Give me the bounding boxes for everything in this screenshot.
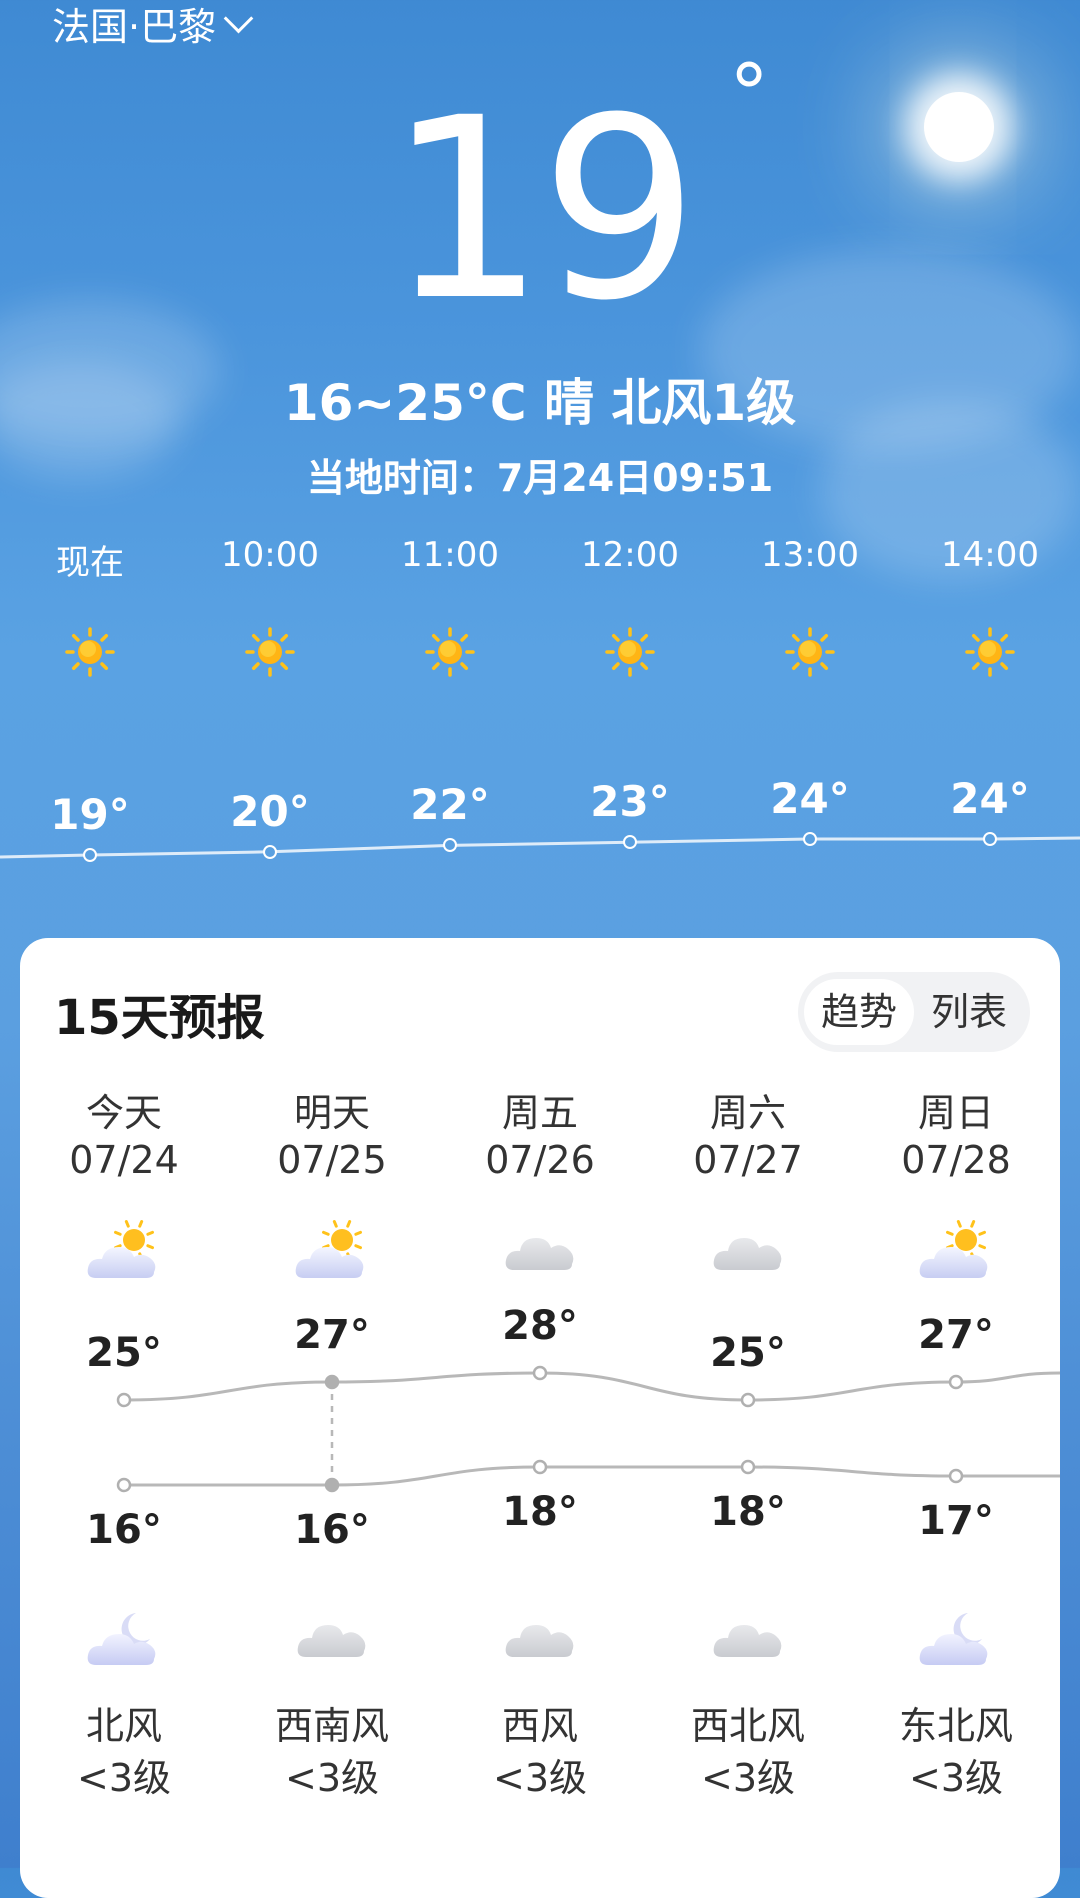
high-temp-label: 28° — [502, 1303, 578, 1349]
cloud-icon — [500, 1218, 580, 1288]
hour-temp-label: 24° — [770, 774, 850, 823]
hour-column[interactable]: 12:00 23° — [550, 535, 710, 865]
hour-temp-point — [623, 835, 637, 850]
local-time-value: 7月24日09:51 — [496, 456, 774, 500]
sun-icon — [605, 627, 655, 677]
low-temp-point — [532, 1459, 548, 1475]
hour-temp-point — [803, 832, 817, 846]
day-date: 07/24 — [69, 1138, 179, 1182]
sun-icon — [965, 627, 1015, 677]
hourly-forecast[interactable]: 现在 19° 10:00 20° 11:00 22° 12:00 23° 13:00 24° 14:… — [0, 535, 1080, 865]
hour-column[interactable]: 11:00 22° — [370, 535, 530, 865]
day-name: 明天 — [293, 1091, 370, 1135]
high-temp-point — [116, 1392, 132, 1408]
wind-direction: 北风 — [85, 1704, 162, 1748]
sun-icon — [425, 627, 475, 677]
high-temp-point — [532, 1365, 548, 1381]
current-temp-value: 19 — [386, 64, 699, 355]
local-time: 当地时间：7月24日09:51 — [0, 447, 1080, 502]
cloud-icon — [708, 1218, 788, 1288]
hour-time-label: 13:00 — [761, 535, 859, 575]
hour-temp-point — [83, 848, 97, 862]
location-selector[interactable]: 法国·巴黎 — [52, 0, 254, 51]
day-name: 周六 — [709, 1091, 786, 1135]
low-temp-label: 17° — [918, 1498, 994, 1544]
current-summary: 16~25°C 晴 北风1级 — [283, 374, 797, 432]
day-date: 07/27 — [693, 1138, 803, 1182]
wind-direction: 西风 — [501, 1704, 578, 1748]
high-temp-trend-line — [123, 1371, 1060, 1402]
low-temp-point — [740, 1459, 756, 1475]
partly-cloudy-icon — [292, 1218, 372, 1288]
hour-time-label: 11:00 — [401, 535, 499, 575]
low-temp-trend-line — [124, 1465, 1060, 1487]
wind-direction: 东北风 — [898, 1704, 1013, 1748]
forecast-card: 15天预报 趋势 列表 今天 07/24 25° 16° 北风 <3级 明天 07/25 27°… — [20, 938, 1060, 1898]
hour-temp-point — [983, 832, 997, 846]
day-name: 今天 — [85, 1091, 162, 1135]
low-temp-label: 18° — [710, 1489, 786, 1535]
high-temp-label: 25° — [86, 1330, 162, 1376]
moon-cloud-icon — [916, 1605, 996, 1675]
hour-temp-label: 24° — [950, 774, 1030, 823]
wind-level: <3级 — [284, 1756, 380, 1800]
sun-icon — [785, 627, 835, 677]
high-temp-point — [740, 1392, 756, 1408]
wind-level: <3级 — [908, 1756, 1004, 1800]
low-temp-label: 18° — [502, 1489, 578, 1535]
low-temp-point — [324, 1477, 340, 1493]
wind-level: <3级 — [76, 1756, 172, 1800]
local-time-label: 当地时间： — [306, 456, 497, 500]
cloud-icon — [500, 1605, 580, 1675]
hour-column[interactable]: 10:00 20° — [190, 535, 350, 865]
day-name: 周日 — [917, 1091, 994, 1135]
wind-direction: 西北风 — [690, 1704, 805, 1748]
chevron-down-icon — [223, 3, 254, 34]
low-temp-label: 16° — [294, 1507, 370, 1553]
wind-level: <3级 — [700, 1756, 796, 1800]
degree-symbol: ° — [729, 47, 769, 140]
hour-column[interactable]: 14:00 24° — [910, 535, 1070, 865]
day-date: 07/28 — [901, 1138, 1011, 1182]
high-temp-label: 25° — [710, 1330, 786, 1376]
moon-cloud-icon — [84, 1605, 164, 1675]
hour-column[interactable]: 现在 19° — [10, 535, 170, 865]
partly-cloudy-icon — [84, 1218, 164, 1288]
hour-temp-label: 20° — [230, 786, 310, 836]
current-temperature: 19 ° — [0, 54, 1080, 335]
low-temp-label: 16° — [86, 1507, 162, 1553]
low-temp-point — [116, 1477, 132, 1493]
wind-direction: 西南风 — [274, 1704, 389, 1748]
high-temp-label: 27° — [294, 1312, 370, 1358]
cloud-icon — [292, 1605, 372, 1675]
hour-column[interactable]: 13:00 24° — [730, 535, 890, 865]
hour-temp-point — [263, 844, 277, 859]
sun-icon — [65, 627, 115, 677]
hour-temp-label: 19° — [50, 790, 130, 839]
cloud-icon — [708, 1605, 788, 1675]
hour-temp-point — [443, 838, 457, 853]
hour-time-label: 12:00 — [581, 535, 679, 575]
wind-level: <3级 — [492, 1756, 588, 1800]
high-temp-point — [948, 1374, 964, 1390]
hour-temp-label: 23° — [590, 777, 670, 827]
low-temp-point — [948, 1468, 964, 1484]
high-temp-label: 27° — [918, 1312, 994, 1358]
hour-temp-label: 22° — [410, 780, 490, 830]
high-temp-point — [324, 1374, 340, 1390]
hour-time-label: 现在 — [56, 543, 124, 583]
hour-time-label: 14:00 — [941, 535, 1039, 575]
sun-icon — [245, 627, 295, 677]
hour-time-label: 10:00 — [221, 535, 319, 575]
day-date: 07/25 — [277, 1138, 387, 1182]
day-name: 周五 — [501, 1091, 578, 1135]
partly-cloudy-icon — [916, 1218, 996, 1288]
day-date: 07/26 — [485, 1138, 595, 1182]
location-name: 法国·巴黎 — [52, 5, 217, 49]
